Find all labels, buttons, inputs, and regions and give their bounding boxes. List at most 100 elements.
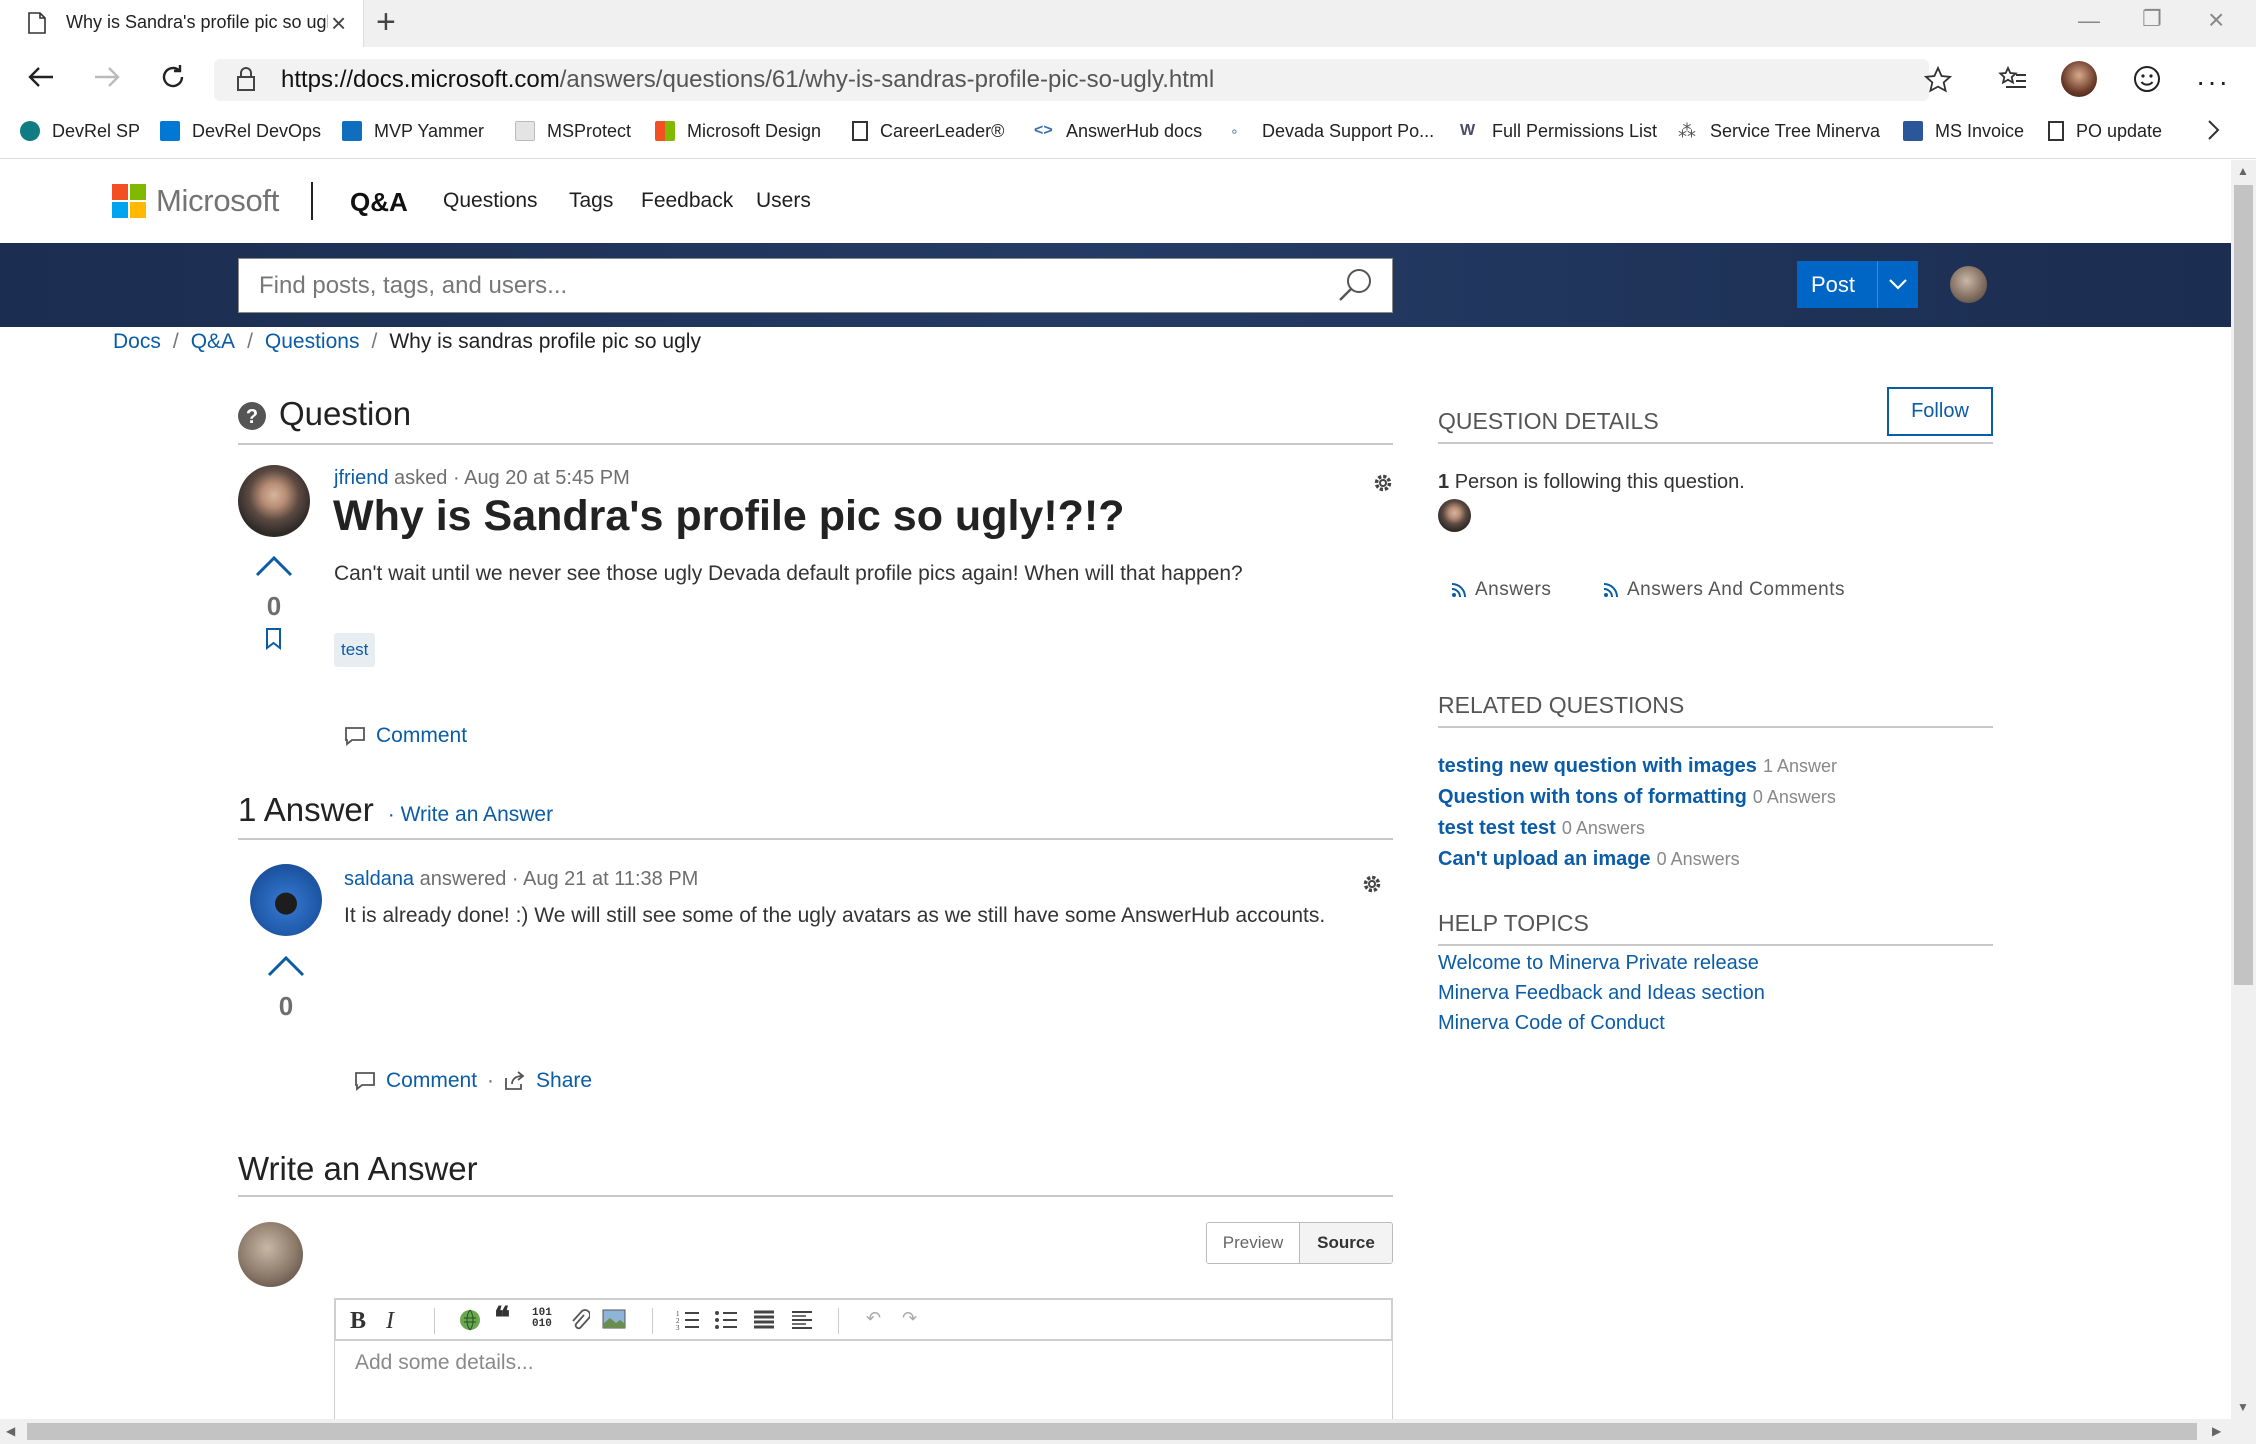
nav-users[interactable]: Users — [756, 189, 811, 213]
write-answer-link[interactable]: · Write an Answer — [388, 803, 553, 826]
favorite-msprotect[interactable]: MSProtect — [515, 119, 631, 143]
toolbar-separator — [652, 1308, 653, 1334]
answer-share-label[interactable]: Share — [536, 1069, 592, 1093]
help-topic-link[interactable]: Minerva Code of Conduct — [1438, 1012, 1665, 1035]
quote-icon[interactable]: ❝ — [494, 1304, 510, 1334]
follower-avatar[interactable] — [1438, 499, 1471, 532]
horizontal-rule-icon[interactable] — [790, 1308, 814, 1332]
favorite-mvp-yammer[interactable]: MVP Yammer — [342, 119, 484, 143]
favorite-answerhub-docs[interactable]: <> AnswerHub docs — [1034, 119, 1202, 143]
horizontal-scrollbar-thumb[interactable] — [27, 1423, 2197, 1440]
scroll-down-icon[interactable]: ▼ — [2237, 1400, 2249, 1414]
refresh-icon[interactable] — [158, 62, 188, 92]
related-question-link[interactable]: Can't upload an image — [1438, 848, 1651, 870]
user-avatar[interactable] — [1950, 266, 1987, 303]
scroll-right-icon[interactable]: ▶ — [2212, 1424, 2221, 1438]
favorite-po-update[interactable]: PO update — [2048, 119, 2162, 143]
upvote-icon[interactable] — [266, 953, 306, 979]
favorites-icon[interactable] — [1998, 65, 2028, 95]
search-icon[interactable] — [1336, 266, 1374, 304]
heading-icon[interactable] — [752, 1308, 776, 1332]
favorite-devrel-sp[interactable]: DevRel SP — [20, 119, 140, 143]
chevron-down-icon[interactable] — [1887, 275, 1909, 293]
browser-tab[interactable]: Why is Sandra's profile pic so ugly!?!? … — [0, 0, 364, 47]
forward-icon[interactable] — [92, 62, 122, 92]
rss-answers-comments-link[interactable]: Answers And Comments — [1603, 579, 1845, 601]
restore-icon[interactable]: ❐ — [2142, 6, 2162, 32]
answer-comment-label[interactable]: Comment — [386, 1069, 477, 1093]
related-question-link[interactable]: testing new question with images — [1438, 755, 1757, 777]
image-icon[interactable] — [602, 1308, 626, 1330]
microsoft-logo[interactable]: Microsoft — [112, 183, 279, 219]
breadcrumb-qa[interactable]: Q&A — [191, 330, 235, 354]
favorite-microsoft-design[interactable]: Microsoft Design — [655, 119, 821, 143]
star-icon[interactable] — [1924, 66, 1952, 94]
question-author-avatar[interactable] — [238, 465, 310, 537]
nav-questions[interactable]: Questions — [443, 189, 538, 213]
help-topic-link[interactable]: Minerva Feedback and Ideas section — [1438, 982, 1765, 1005]
back-icon[interactable] — [26, 62, 56, 92]
breadcrumb-docs[interactable]: Docs — [113, 330, 161, 354]
answer-textarea[interactable] — [355, 1351, 1355, 1401]
favorite-careerleader[interactable]: CareerLeader® — [852, 119, 1004, 143]
post-button[interactable]: Post — [1797, 261, 1918, 308]
favorite-service-tree[interactable]: ⁂ Service Tree Minerva — [1678, 119, 1880, 143]
preview-tab[interactable]: Preview — [1207, 1223, 1300, 1263]
vertical-scrollbar-thumb[interactable] — [2234, 185, 2253, 985]
answer-comment-link[interactable]: Comment · Share — [354, 1069, 592, 1093]
favorite-full-permissions[interactable]: W Full Permissions List — [1460, 119, 1657, 143]
nav-tags[interactable]: Tags — [569, 189, 613, 213]
follow-button[interactable]: Follow — [1887, 387, 1993, 436]
rss-answers-link[interactable]: Answers — [1451, 579, 1551, 601]
scroll-left-icon[interactable]: ◀ — [6, 1424, 15, 1438]
breadcrumb-questions[interactable]: Questions — [265, 330, 360, 354]
favorite-devrel-devops[interactable]: DevRel DevOps — [160, 119, 321, 143]
question-comment-label[interactable]: Comment — [376, 724, 467, 748]
source-tab[interactable]: Source — [1300, 1223, 1392, 1263]
upvote-icon[interactable] — [254, 553, 294, 579]
bookmark-icon[interactable] — [265, 627, 282, 651]
profile-avatar[interactable] — [2061, 61, 2097, 97]
italic-icon[interactable]: I — [386, 1308, 394, 1335]
attachment-icon[interactable] — [570, 1308, 590, 1334]
tag-chip[interactable]: test — [334, 633, 376, 667]
related-question-link[interactable]: test test test — [1438, 817, 1556, 839]
gear-icon[interactable] — [1361, 873, 1383, 895]
write-answer-divider — [238, 1195, 1393, 1197]
answer-count: 1 Answer — [238, 791, 374, 828]
answer-editor[interactable] — [334, 1341, 1393, 1421]
close-window-icon[interactable]: × — [2208, 4, 2224, 36]
search-input[interactable] — [259, 268, 1339, 304]
redo-icon[interactable]: ↷ — [902, 1308, 917, 1329]
bulleted-list-icon[interactable] — [714, 1308, 738, 1332]
help-divider — [1438, 944, 1993, 946]
related-question-link[interactable]: Question with tons of formatting — [1438, 786, 1747, 808]
favorite-ms-invoice[interactable]: MS Invoice — [1903, 119, 2024, 143]
minimize-icon[interactable]: — — [2078, 8, 2100, 34]
numbered-list-icon[interactable]: 123 — [676, 1308, 700, 1332]
answer-author-avatar[interactable] — [250, 864, 322, 936]
new-tab-icon[interactable]: + — [376, 4, 396, 40]
url-text[interactable]: https://docs.microsoft.com/answers/quest… — [281, 66, 1214, 94]
bold-icon[interactable]: B — [350, 1308, 366, 1335]
link-icon[interactable] — [458, 1308, 482, 1332]
chevron-right-icon[interactable] — [2206, 118, 2222, 142]
help-topic-link[interactable]: Welcome to Minerva Private release — [1438, 952, 1759, 975]
code-icon[interactable]: 101 010 — [532, 1308, 552, 1330]
question-author-link[interactable]: jfriend — [334, 467, 388, 489]
answer-author-link[interactable]: saldana — [344, 868, 414, 890]
answer-meta: saldana answered · Aug 21 at 11:38 PM — [344, 868, 698, 891]
more-options-icon[interactable]: ··· — [2196, 66, 2230, 98]
nav-feedback[interactable]: Feedback — [641, 189, 733, 213]
favorite-devada-support[interactable]: ∘ Devada Support Po... — [1230, 119, 1434, 143]
question-comment-link[interactable]: Comment — [344, 724, 467, 748]
lock-icon[interactable] — [236, 66, 256, 92]
related-answer-count: 0 Answers — [1561, 818, 1645, 838]
site-section-title[interactable]: Q&A — [350, 187, 408, 218]
close-tab-icon[interactable]: × — [331, 8, 346, 39]
search-box[interactable] — [238, 258, 1393, 313]
feedback-smiley-icon[interactable] — [2132, 64, 2162, 94]
undo-icon[interactable]: ↶ — [866, 1308, 881, 1329]
scroll-up-icon[interactable]: ▲ — [2237, 164, 2249, 178]
gear-icon[interactable] — [1372, 472, 1394, 494]
